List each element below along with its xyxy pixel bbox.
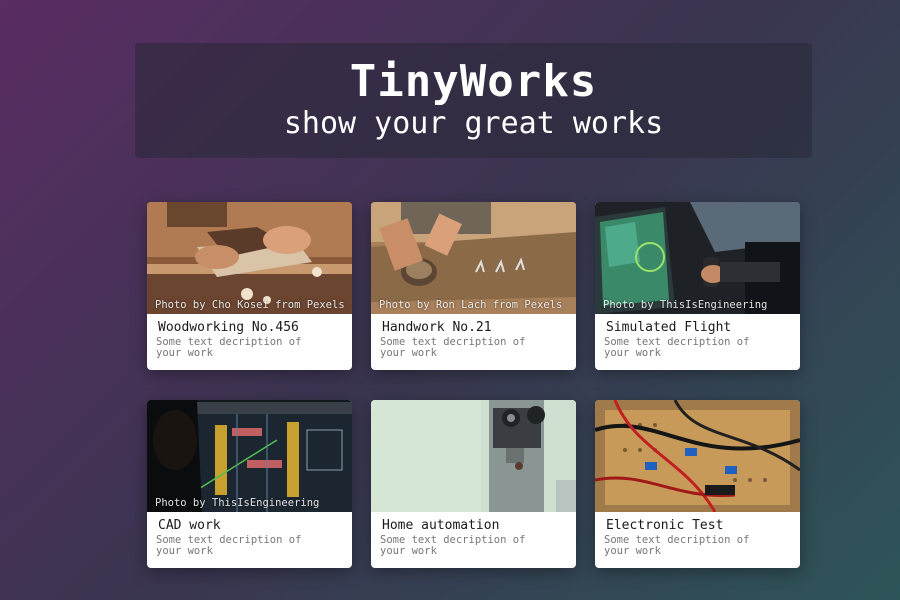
site-title: TinyWorks [349,56,598,107]
photo-credit: Photo by ThisIsEngineering [155,497,320,509]
work-photo[interactable]: Photo by ThisIsEngineering [147,400,352,512]
work-title[interactable]: Woodworking No.456 [158,320,352,335]
work-description: Some text decription of your work [604,336,750,359]
photo-credit: Photo by Cho Kosei from Pexels [155,299,345,311]
work-card[interactable]: Photo by ThisIsEngineering Simulated Fli… [595,202,800,370]
work-title[interactable]: Home automation [382,518,576,533]
work-description: Some text decription of your work [380,534,526,557]
work-description: Some text decription of your work [604,534,750,557]
work-description: Some text decription of your work [156,534,302,557]
work-photo[interactable] [371,400,576,512]
work-title[interactable]: Simulated Flight [606,320,800,335]
site-header: TinyWorks show your great works [135,43,812,158]
photo-credit: Photo by Ron Lach from Pexels [379,299,563,311]
work-title[interactable]: Electronic Test [606,518,800,533]
work-photo[interactable]: Photo by ThisIsEngineering [595,202,800,314]
work-description: Some text decription of your work [156,336,302,359]
photo-credit: Photo by ThisIsEngineering [603,299,768,311]
work-photo[interactable]: Photo by Ron Lach from Pexels [371,202,576,314]
work-card[interactable]: Photo by Ron Lach from Pexels Handwork N… [371,202,576,370]
work-card[interactable]: Photo by Cho Kosei from Pexels Woodworki… [147,202,352,370]
work-description: Some text decription of your work [380,336,526,359]
work-card[interactable]: Photo by ThisIsEngineering CAD work Some… [147,400,352,568]
work-photo[interactable]: Photo by Cho Kosei from Pexels [147,202,352,314]
work-card[interactable]: Home automation Some text decription of … [371,400,576,568]
work-title[interactable]: Handwork No.21 [382,320,576,335]
work-photo[interactable] [595,400,800,512]
work-title[interactable]: CAD work [158,518,352,533]
work-card[interactable]: Electronic Test Some text decription of … [595,400,800,568]
site-subtitle: show your great works [283,106,664,141]
